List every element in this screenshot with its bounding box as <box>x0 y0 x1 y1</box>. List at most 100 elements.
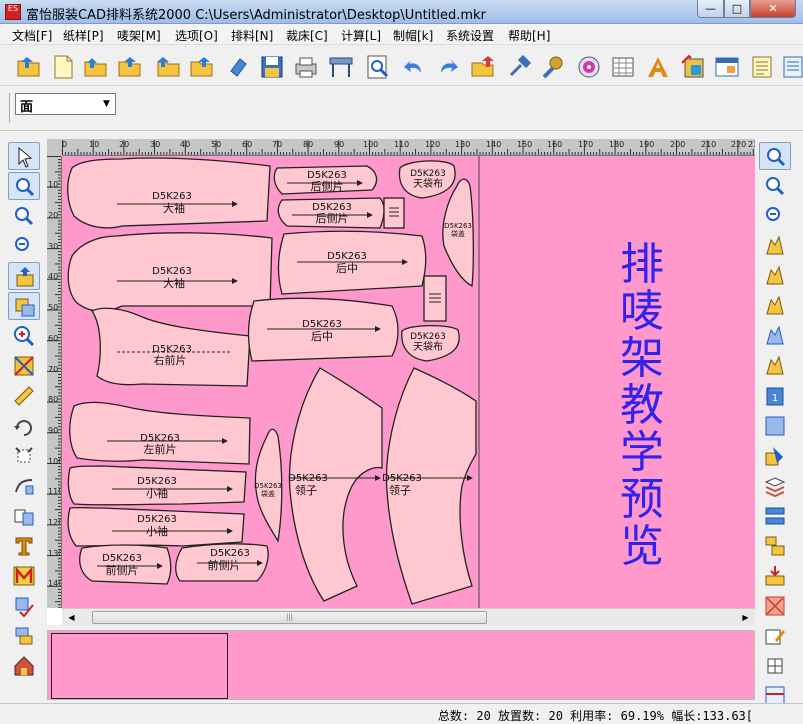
menu-calculate[interactable]: 计算[L] <box>341 27 381 44</box>
text-tool-button[interactable] <box>8 532 40 560</box>
marker-sheet[interactable]: D5K263 大袖 D5K263 大袖 D5K263 右前片 D5K263 左前… <box>62 156 755 608</box>
zoom-window-button[interactable] <box>8 172 40 200</box>
pattern-piece[interactable]: D5K263 天袋布 <box>398 160 456 199</box>
menu-cutting[interactable]: 裁床[C] <box>286 27 328 44</box>
open-folder-icon[interactable] <box>15 53 43 81</box>
place-top-button[interactable] <box>759 232 791 260</box>
cd-icon[interactable] <box>575 53 603 81</box>
cut-piece-button[interactable] <box>8 502 40 530</box>
undo-icon[interactable] <box>401 53 429 81</box>
menu-system-settings[interactable]: 系统设置 <box>446 27 494 44</box>
menu-file[interactable]: 文档[F] <box>12 27 52 44</box>
scrollbar-thumb[interactable]: ||| <box>92 611 487 624</box>
print-icon[interactable] <box>292 53 320 81</box>
measure-button[interactable] <box>8 382 40 410</box>
eraser-icon[interactable] <box>223 53 251 81</box>
color-icon[interactable] <box>679 53 707 81</box>
fill-color-button[interactable] <box>759 442 791 470</box>
zoom-preview-icon[interactable] <box>364 53 392 81</box>
clear-button[interactable] <box>759 592 791 620</box>
save-icon[interactable] <box>258 53 286 81</box>
settings-icon[interactable] <box>540 53 568 81</box>
close-button[interactable]: ✕ <box>750 0 796 18</box>
menu-marker[interactable]: 唛架[M] <box>117 27 161 44</box>
pattern-piece[interactable]: D5K263 大袖 <box>67 157 271 229</box>
pattern-piece[interactable] <box>423 275 447 322</box>
export-button[interactable] <box>759 562 791 590</box>
open-marker-icon[interactable] <box>82 53 110 81</box>
minimize-button[interactable]: — <box>697 0 724 18</box>
marker-overview-panel[interactable] <box>47 630 755 700</box>
import-piece-icon[interactable] <box>469 53 497 81</box>
pattern-piece[interactable]: D5K263 大袖 <box>67 232 273 312</box>
pattern-piece[interactable]: D5K263 天袋布 <box>401 324 460 362</box>
pattern-piece[interactable]: D5K263 小袖 <box>67 465 247 506</box>
pattern-piece[interactable]: D5K263 后中 <box>247 297 399 362</box>
pattern-piece[interactable]: D5K263 后侧片 <box>273 165 378 195</box>
pattern-piece[interactable]: D5K263 后侧片 <box>277 197 385 229</box>
pattern-piece[interactable]: D5K263 左前片 <box>69 401 251 465</box>
pattern-piece[interactable]: D5K263 前侧片 <box>79 544 172 585</box>
group-button[interactable] <box>759 502 791 530</box>
zoom-out-right-button[interactable] <box>759 202 791 230</box>
folder-icon[interactable] <box>188 53 216 81</box>
notes-icon[interactable] <box>779 53 803 81</box>
move-up-button[interactable] <box>759 352 791 380</box>
mark-tool-button[interactable] <box>8 562 40 590</box>
rotate-button[interactable] <box>8 412 40 440</box>
align-button[interactable] <box>8 622 40 650</box>
import-icon[interactable] <box>155 53 183 81</box>
horizontal-scrollbar[interactable]: ◀ ||| ▶ <box>62 608 755 625</box>
page-one-button[interactable]: 1 <box>759 382 791 410</box>
arrange-button[interactable] <box>759 532 791 560</box>
window-icon[interactable] <box>713 53 741 81</box>
menu-layout[interactable]: 排料[N] <box>231 27 273 44</box>
overview-viewport-frame[interactable] <box>51 633 228 699</box>
pattern-piece[interactable]: D5K263 袋盖 <box>254 428 283 543</box>
redo-icon[interactable] <box>433 53 461 81</box>
stack-button[interactable] <box>759 472 791 500</box>
edit-piece-button[interactable] <box>759 622 791 650</box>
pattern-piece[interactable]: D5K263 后中 <box>277 230 427 295</box>
select-tool-button[interactable] <box>8 142 40 170</box>
pattern-piece[interactable]: D5K263 右前片 <box>91 307 251 387</box>
text-icon[interactable] <box>644 53 672 81</box>
move-piece-button[interactable] <box>8 262 40 290</box>
place-bottom-button[interactable] <box>759 262 791 290</box>
split-piece-button[interactable] <box>8 472 40 500</box>
pattern-piece[interactable]: D5K263 袋盖 <box>442 178 474 288</box>
place-right-button[interactable] <box>759 322 791 350</box>
zoom-area-button[interactable] <box>759 142 791 170</box>
plotter-icon[interactable] <box>327 53 355 81</box>
open-style-icon[interactable] <box>116 53 144 81</box>
zoom-in-button[interactable] <box>8 202 40 230</box>
fabric-layer-select[interactable]: 面 ▼ <box>15 93 116 115</box>
menu-hat[interactable]: 制帽[k] <box>393 27 433 44</box>
zoom-fit-button[interactable] <box>8 232 40 260</box>
menu-pattern[interactable]: 纸样[P] <box>63 27 104 44</box>
pattern-piece[interactable]: D5K263 小袖 <box>67 506 245 547</box>
table-icon[interactable] <box>609 53 637 81</box>
magnifier-button[interactable] <box>8 322 40 350</box>
rotate-free-button[interactable] <box>8 442 40 470</box>
new-document-icon[interactable] <box>49 53 77 81</box>
toolbar-grip[interactable] <box>9 93 12 123</box>
grid-button[interactable] <box>759 652 791 680</box>
pick-piece-button[interactable] <box>8 292 40 320</box>
pattern-piece[interactable]: D5K263 前侧片 <box>175 543 269 582</box>
sheet-view-button[interactable] <box>759 412 791 440</box>
scroll-left-arrow-icon[interactable]: ◀ <box>64 610 79 625</box>
pattern-piece[interactable]: D5K263 领子 <box>288 367 383 602</box>
home-button[interactable] <box>8 652 40 680</box>
chevron-down-icon[interactable]: ▼ <box>98 94 115 114</box>
maximize-button[interactable]: □ <box>724 0 750 18</box>
pattern-piece[interactable] <box>383 197 405 229</box>
tools-icon[interactable] <box>505 53 533 81</box>
menu-help[interactable]: 帮助[H] <box>508 27 550 44</box>
pattern-piece[interactable]: D5K263 领子 <box>382 367 477 605</box>
check-overlap-button[interactable] <box>8 592 40 620</box>
zoom-in-right-button[interactable] <box>759 172 791 200</box>
list-icon[interactable] <box>748 53 776 81</box>
flip-piece-button[interactable] <box>8 352 40 380</box>
place-left-button[interactable] <box>759 292 791 320</box>
